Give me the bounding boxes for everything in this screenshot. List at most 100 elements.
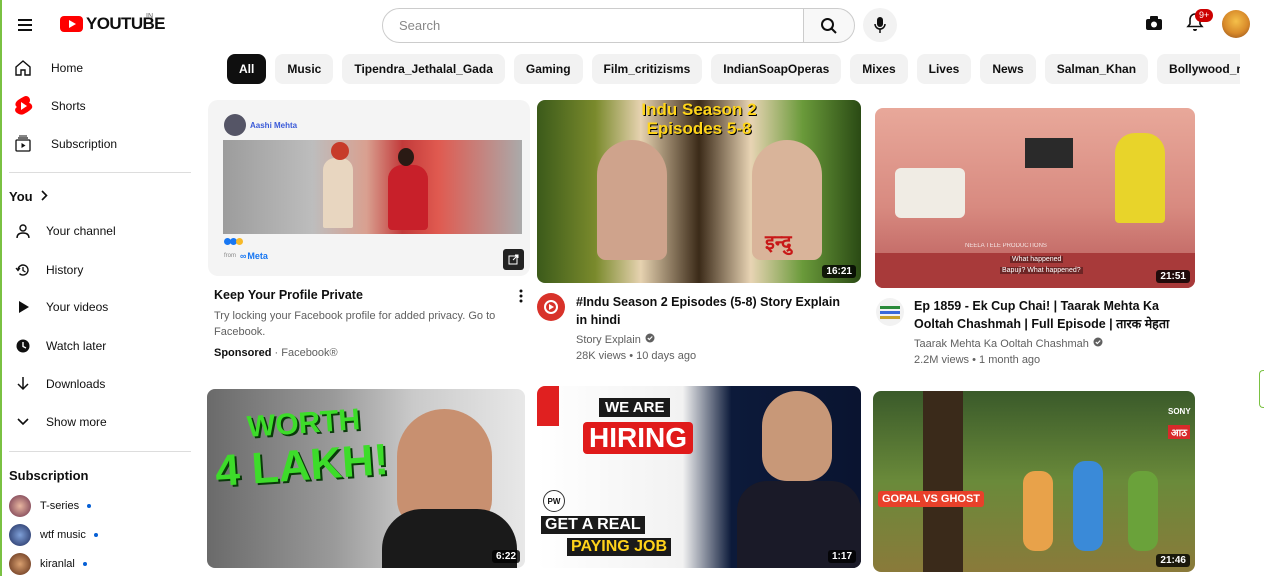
thumbnail-caption: What happened (1010, 256, 1064, 263)
create-button[interactable] (1144, 14, 1164, 37)
meta-infinity-icon: ∞ (240, 251, 247, 261)
thumbnail-watermark: NEELA TELE PRODUCTIONS (965, 243, 1047, 249)
more-options-icon[interactable] (519, 289, 523, 308)
upload-age: 10 days ago (636, 350, 697, 362)
video-duration: 6:22 (491, 550, 520, 563)
subscription-item[interactable]: T-series (9, 495, 92, 517)
search-button[interactable] (803, 8, 855, 43)
chip-bollywood-music[interactable]: Bollywood_music (1157, 54, 1240, 84)
chevron-right-icon (41, 189, 48, 204)
reaction-icons (224, 238, 243, 245)
sidebar-item-label: Watch later (46, 339, 107, 353)
chip-mixes[interactable]: Mixes (850, 54, 908, 84)
sidebar-item-shorts[interactable]: Shorts (12, 95, 86, 117)
thumbnail-text: Episodes 5-8 (646, 119, 752, 138)
verified-icon (1093, 336, 1103, 352)
thumbnail-text: PAYING JOB (567, 538, 672, 556)
video-duration: 16:21 (822, 265, 856, 278)
channel-name: Taarak Mehta Ka Ooltah Chashmah (914, 338, 1089, 350)
thumbnail-logo: इन्दु (765, 232, 792, 254)
play-icon (12, 300, 34, 314)
ad-wedding-photo (223, 140, 522, 234)
channel-name-row[interactable]: Taarak Mehta Ka Ooltah Chashmah (914, 336, 1103, 352)
stats-separator: • (972, 354, 980, 366)
video-thumbnail[interactable]: WE ARE HIRING PW GET A REAL PAYING JOB 1… (537, 386, 861, 568)
clock-icon (12, 338, 34, 354)
voice-search-button[interactable] (863, 8, 897, 42)
video-thumbnail[interactable]: NEELA TELE PRODUCTIONS What happened Bap… (875, 108, 1195, 288)
subscriptions-icon (12, 135, 34, 153)
menu-icon[interactable] (18, 17, 32, 33)
account-avatar[interactable] (1222, 10, 1250, 38)
channel-logo-icon (880, 306, 900, 319)
notification-badge: 9+ (1195, 9, 1214, 22)
video-duration: 21:51 (1156, 270, 1190, 283)
sidebar-item-label: Show more (46, 415, 107, 429)
subscription-name: wtf music (40, 529, 86, 541)
chip-film-critizisms[interactable]: Film_critizisms (591, 54, 703, 84)
sidebar-item-your-channel[interactable]: Your channel (12, 223, 116, 239)
video-thumbnail[interactable]: GOPAL VS GHOST SONY आठ 21:46 (873, 391, 1195, 572)
channel-avatar[interactable] (537, 293, 565, 321)
chip-salman-khan[interactable]: Salman_Khan (1044, 54, 1149, 84)
thumbnail-text: Indu Season 2 (641, 100, 757, 119)
external-link-icon (508, 254, 519, 265)
chip-indian-soap-operas[interactable]: IndianSoapOperas (711, 54, 842, 84)
thumbnail-text: GOPAL VS GHOST (878, 491, 984, 507)
open-external-button[interactable] (503, 249, 524, 270)
sidebar-item-downloads[interactable]: Downloads (12, 376, 105, 392)
thumbnail-text: HIRING (583, 422, 693, 454)
chevron-down-icon (12, 418, 34, 426)
you-section-heading[interactable]: You (9, 189, 48, 204)
subscription-item[interactable]: wtf music (9, 524, 98, 546)
subscription-item[interactable]: kiranlal (9, 553, 87, 575)
ad-title[interactable]: Keep Your Profile Private (214, 286, 504, 304)
view-count: 28K views (576, 350, 627, 362)
video-title[interactable]: #Indu Season 2 Episodes (5-8) Story Expl… (576, 293, 851, 329)
thumbnail-caption: Bapuji? What happened? (1000, 267, 1083, 274)
side-handle[interactable] (1259, 370, 1264, 408)
sidebar-item-history[interactable]: History (12, 262, 83, 278)
channel-logo-text: आठ (1168, 425, 1191, 439)
logo-region: IN (146, 13, 153, 20)
home-icon (12, 59, 34, 77)
sidebar-item-label: Shorts (51, 99, 86, 113)
youtube-logo[interactable]: YOUTUBE IN (60, 13, 166, 34)
advertiser-name: · Facebook® (274, 347, 338, 359)
chip-gaming[interactable]: Gaming (513, 54, 583, 84)
you-heading-label: You (9, 189, 33, 204)
search-icon (821, 17, 837, 34)
sidebar-item-label: Home (51, 61, 84, 75)
sidebar-item-label: Your channel (46, 224, 116, 238)
new-content-dot (87, 504, 92, 508)
sidebar-item-show-more[interactable]: Show more (12, 415, 107, 429)
channel-avatar (9, 524, 31, 546)
sidebar-item-watch-later[interactable]: Watch later (12, 338, 106, 354)
chip-lives[interactable]: Lives (916, 54, 972, 84)
video-stats: 2.2M views • 1 month ago (914, 352, 1040, 368)
sidebar-item-your-videos[interactable]: Your videos (12, 300, 108, 314)
sidebar-divider (9, 451, 191, 452)
thumbnail-text: WE ARE (599, 398, 671, 417)
physicswallah-logo: PW (543, 490, 565, 512)
sidebar-item-label: Downloads (46, 377, 106, 391)
ad-author-avatar (224, 114, 246, 136)
chip-tipendra[interactable]: Tipendra_Jethalal_Gada (342, 54, 505, 84)
meta-brand: Meta (247, 251, 268, 261)
sidebar-item-subscription[interactable]: Subscription (12, 135, 117, 153)
channel-avatar[interactable] (876, 298, 904, 326)
video-thumbnail[interactable]: WORTH 4 LAKH! 6:22 (207, 389, 525, 568)
search-input[interactable]: Search (382, 8, 804, 43)
sidebar-item-label: Subscription (51, 137, 118, 151)
sidebar-item-home[interactable]: Home (12, 59, 83, 77)
channel-name-row[interactable]: Story Explain (576, 332, 655, 348)
video-title[interactable]: Ep 1859 - Ek Cup Chai! | Taarak Mehta Ka… (914, 297, 1179, 333)
ad-description: Try locking your Facebook profile for ad… (214, 310, 496, 338)
chip-news[interactable]: News (980, 54, 1036, 84)
ad-thumbnail[interactable]: Aashi Mehta from ∞ Meta (208, 100, 530, 276)
verified-icon (645, 332, 655, 348)
video-thumbnail[interactable]: Indu Season 2 Episodes 5-8 इन्दु 16:21 (537, 100, 861, 283)
video-duration: 1:17 (827, 550, 856, 563)
chip-all[interactable]: All (227, 54, 267, 84)
chip-music[interactable]: Music (275, 54, 334, 84)
